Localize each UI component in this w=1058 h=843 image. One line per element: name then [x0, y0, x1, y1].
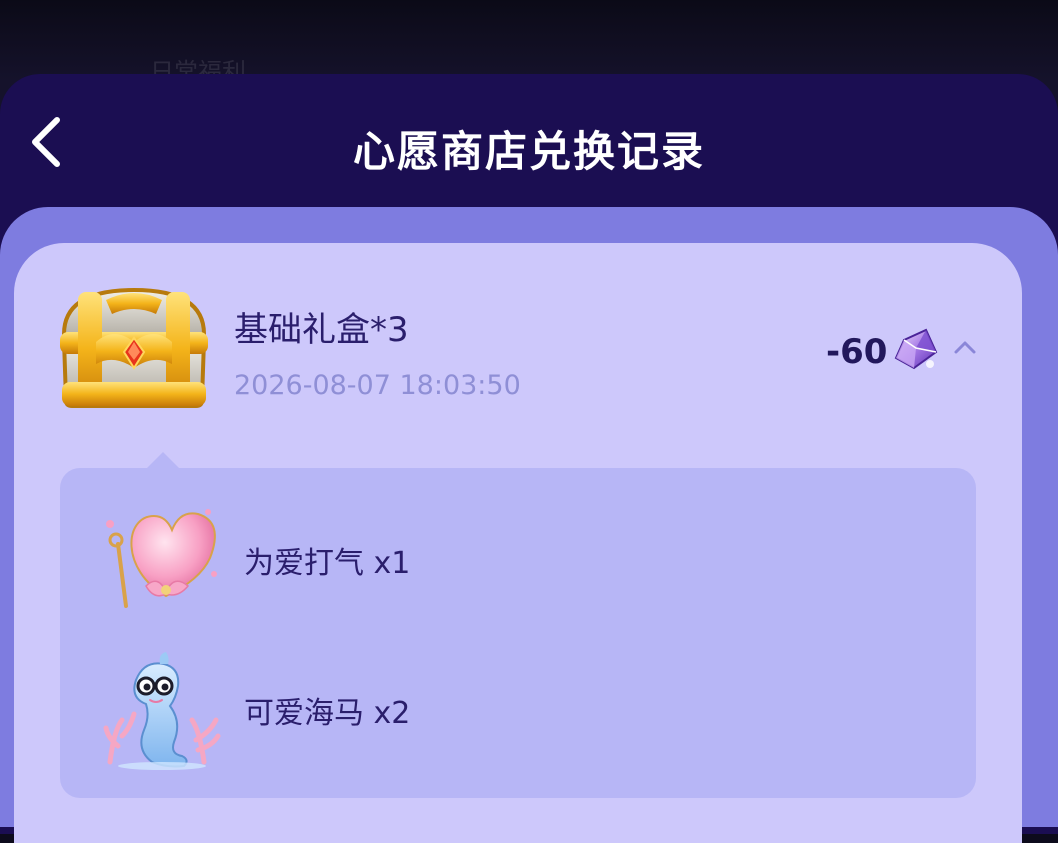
- reward-label: 为爱打气 x1: [244, 546, 411, 581]
- page-title: 心愿商店兑换记录: [352, 127, 705, 176]
- collapse-chevron-up-icon[interactable]: [950, 332, 980, 362]
- record-timestamp: 2026-08-07 18:03:50: [234, 370, 521, 401]
- reward-label: 可爱海马 x2: [244, 696, 411, 731]
- record-cost: -60: [826, 332, 888, 372]
- reward-item: 为爱打气 x1: [100, 500, 800, 620]
- record-item-name: 基础礼盒*3: [234, 310, 409, 350]
- detail-pointer: [146, 452, 180, 469]
- reward-item: 可爱海马 x2: [100, 650, 800, 770]
- treasure-chest-icon: [60, 287, 208, 408]
- purple-gem-icon: [894, 328, 938, 370]
- pink-heart-gift-icon: [106, 509, 217, 608]
- cute-seahorse-icon: [103, 652, 221, 770]
